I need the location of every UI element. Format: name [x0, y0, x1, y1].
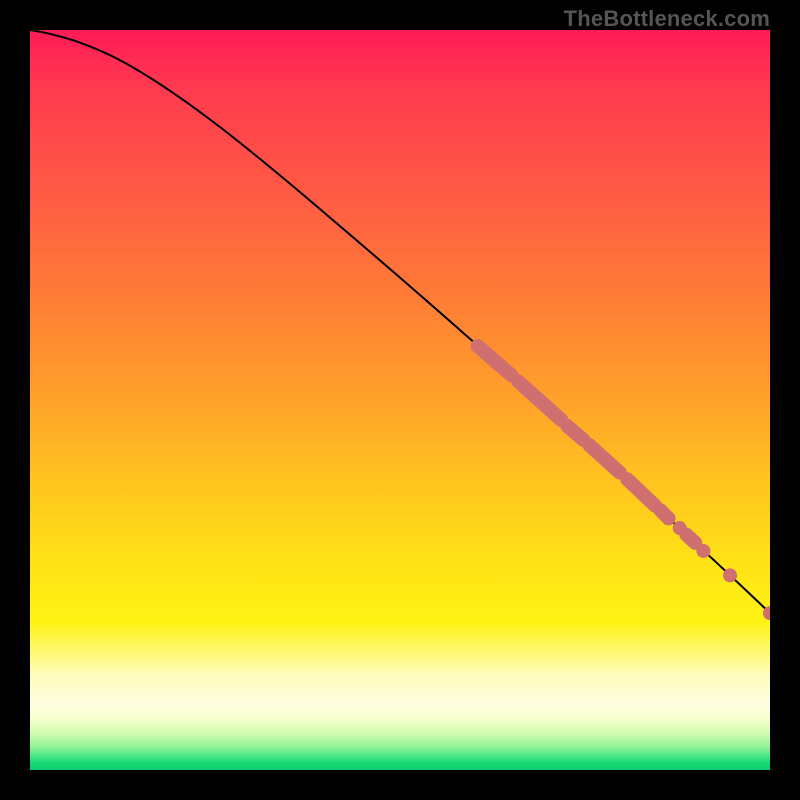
curve-svg	[30, 30, 770, 770]
watermark-text: TheBottleneck.com	[564, 6, 770, 32]
marker-group	[478, 346, 770, 620]
curve-marker-pill	[686, 535, 695, 543]
curve-marker-pill	[478, 346, 512, 376]
curve-marker-pill	[589, 445, 619, 472]
plot-area	[30, 30, 770, 770]
bottleneck-curve	[30, 30, 770, 613]
chart-frame: TheBottleneck.com	[0, 0, 800, 800]
curve-marker-pill	[627, 479, 655, 506]
curve-marker-pill	[660, 510, 668, 518]
curve-marker-dot	[723, 568, 737, 582]
curve-marker-pill	[567, 426, 583, 440]
curve-marker-pill	[518, 382, 561, 420]
curve-marker-dot	[696, 544, 710, 558]
